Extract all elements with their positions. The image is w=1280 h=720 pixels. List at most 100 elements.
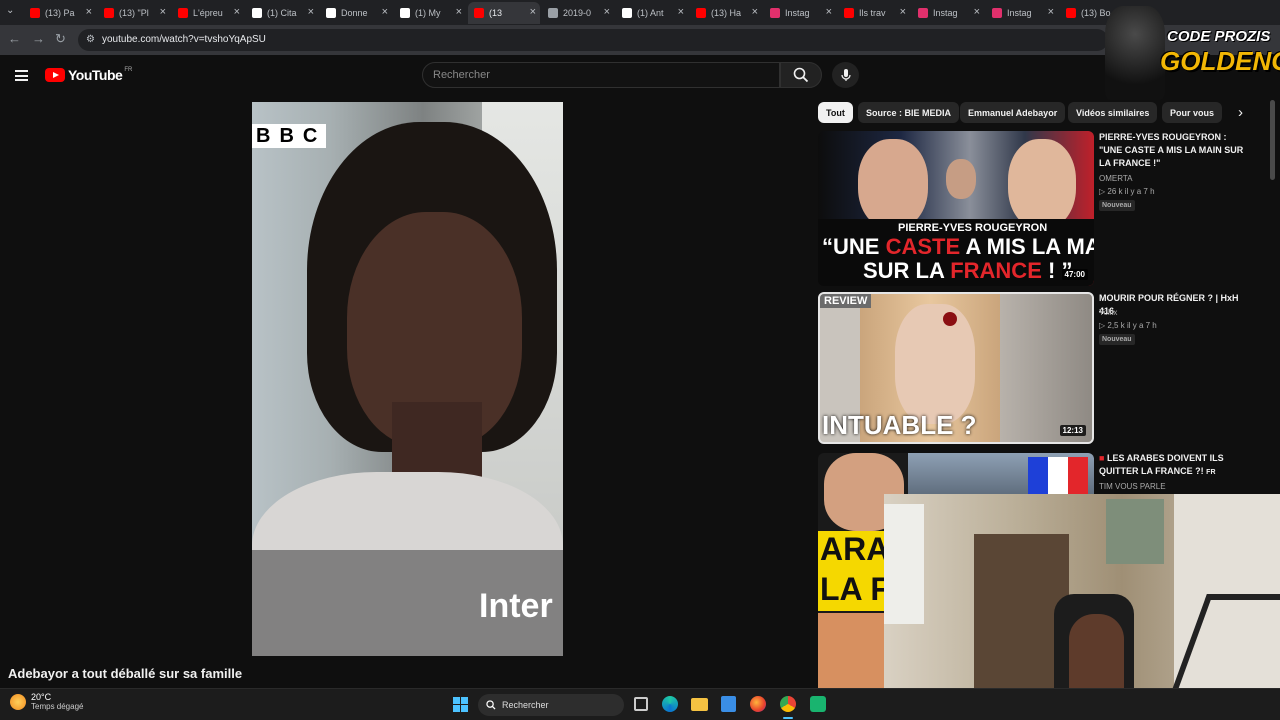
recommendation-channel[interactable]: Yollix <box>1099 308 1117 317</box>
tab-favicon-icon <box>252 8 262 18</box>
tab-close-icon[interactable]: × <box>678 6 684 18</box>
filter-chip[interactable]: Pour vous <box>1162 102 1223 123</box>
menu-icon[interactable] <box>15 70 28 81</box>
browser-tab[interactable]: 2019-0 × <box>542 2 614 24</box>
tab-close-icon[interactable]: × <box>604 6 610 18</box>
tab-close-icon[interactable]: × <box>900 6 906 18</box>
webcam-overlay <box>884 494 1280 720</box>
filter-chip[interactable]: Emmanuel Adebayor <box>960 102 1066 123</box>
recommendation-meta: ▷ 26 k il y a 7 h <box>1099 187 1155 196</box>
voice-search-button[interactable] <box>832 62 859 88</box>
start-button[interactable] <box>453 697 468 712</box>
firefox-icon[interactable] <box>750 696 766 712</box>
store-icon[interactable] <box>721 696 736 712</box>
search-icon <box>793 67 809 83</box>
browser-tab[interactable]: L'épreu × <box>172 2 244 24</box>
sponsor-overlay: CODE PROZIS GOLDENG <box>1105 0 1280 100</box>
task-view-icon[interactable] <box>634 697 648 711</box>
recommendation-title[interactable]: MOURIR POUR RÉGNER ? | HxH 416 <box>1099 292 1251 318</box>
filter-chip[interactable]: Source : BIE MEDIA <box>858 102 960 123</box>
youtube-logo[interactable]: YouTube FR <box>45 67 132 83</box>
thumb-flag-red <box>1068 457 1088 497</box>
tab-label: L'épreu <box>193 8 223 18</box>
tab-close-icon[interactable]: × <box>456 6 462 18</box>
video-duration: 47:00 <box>1061 269 1088 280</box>
recommendation-channel[interactable]: OMERTA <box>1099 174 1132 183</box>
tab-favicon-icon <box>104 8 114 18</box>
address-url: youtube.com/watch?v=tvshoYqApSU <box>102 34 266 45</box>
tab-label: Instag <box>785 8 810 18</box>
tab-close-icon[interactable]: × <box>974 6 980 18</box>
reload-icon[interactable]: ↻ <box>55 31 66 47</box>
bbc-logo-text: BBC <box>252 124 327 148</box>
search-icon <box>486 700 496 710</box>
tab-favicon-icon <box>474 8 484 18</box>
recommendation-title[interactable]: ■ LES ARABES DOIVENT ILS QUITTER LA FRAN… <box>1099 452 1251 479</box>
thumb-word: SUR LA <box>863 258 945 283</box>
recommendation-channel[interactable]: TIM VOUS PARLE <box>1099 482 1166 491</box>
thumb-drawing-face <box>895 304 975 424</box>
taskbar-search-placeholder: Rechercher <box>502 700 549 710</box>
video-player[interactable]: BBC Inter <box>252 102 563 656</box>
video-caption-text: Inter <box>479 587 553 625</box>
browser-tab[interactable]: (1) Cita × <box>246 2 318 24</box>
tab-close-icon[interactable]: × <box>160 6 166 18</box>
browser-tab[interactable]: Instag × <box>912 2 984 24</box>
browser-tab[interactable]: Donne × <box>320 2 392 24</box>
browser-tab[interactable]: (1) My × <box>394 2 466 24</box>
recommendation-title-flag: FR <box>1206 469 1216 476</box>
thumb-word: A MIS LA MAIN <box>965 234 1094 259</box>
tab-close-icon[interactable]: × <box>530 6 536 18</box>
browser-tab[interactable]: (13) Pa × <box>24 2 96 24</box>
video-duration: 12:13 <box>1059 425 1086 436</box>
address-bar[interactable]: ⚙ youtube.com/watch?v=tvshoYqApSU <box>78 29 1108 51</box>
chips-next-icon[interactable]: › <box>1238 104 1243 121</box>
file-explorer-icon[interactable] <box>691 698 708 711</box>
filter-chip[interactable]: Vidéos similaires <box>1068 102 1158 123</box>
tab-close-icon[interactable]: × <box>234 6 240 18</box>
tab-close-icon[interactable]: × <box>86 6 92 18</box>
tab-label: (1) Cita <box>267 8 297 18</box>
edge-icon[interactable] <box>662 696 678 712</box>
tab-close-icon[interactable]: × <box>382 6 388 18</box>
weather-temperature: 20°C <box>31 692 52 702</box>
webcam-window <box>884 504 924 624</box>
sponsor-line1: CODE PROZIS <box>1167 28 1271 45</box>
browser-tab-strip: ⌄ (13) Pa × (13) "Pl × L'épreu × (1) Cita × Donn… <box>0 0 1280 25</box>
taskbar-search-input[interactable]: Rechercher <box>478 694 624 716</box>
forward-icon[interactable]: → <box>32 31 45 46</box>
tab-list-chevron-icon[interactable]: ⌄ <box>6 5 14 16</box>
chrome-icon[interactable] <box>780 696 796 712</box>
recommendation-thumbnail[interactable]: REVIEW INTUABLE ? 12:13 <box>818 292 1094 444</box>
browser-tab[interactable]: Instag × <box>764 2 836 24</box>
tab-close-icon[interactable]: × <box>752 6 758 18</box>
browser-tab[interactable]: (13 × <box>468 2 540 24</box>
thumb-flag-blue <box>1028 457 1048 497</box>
tab-favicon-icon <box>548 8 558 18</box>
thumb-second-face <box>818 613 884 688</box>
browser-tab[interactable]: (13) Ha × <box>690 2 762 24</box>
site-info-icon[interactable]: ⚙ <box>86 34 95 45</box>
browser-tab[interactable]: (1) Ant × <box>616 2 688 24</box>
youtube-search-input[interactable]: Rechercher <box>422 62 780 88</box>
tab-close-icon[interactable]: × <box>826 6 832 18</box>
youtube-search-button[interactable] <box>780 62 822 88</box>
thumb-text-line1: ARA <box>820 531 890 567</box>
app-icon[interactable] <box>810 696 826 712</box>
tab-favicon-icon <box>1066 8 1076 18</box>
back-icon[interactable]: ← <box>8 31 21 46</box>
tab-close-icon[interactable]: × <box>308 6 314 18</box>
browser-tab[interactable]: (13) "Pl × <box>98 2 170 24</box>
thumb-person-left <box>858 139 928 229</box>
page-scrollbar[interactable] <box>1270 100 1275 180</box>
browser-tab[interactable]: Ils trav × <box>838 2 910 24</box>
windows-taskbar: 20°C Temps dégagé Rechercher <box>0 688 1280 720</box>
recommendation-title[interactable]: PIERRE-YVES ROUGEYRON : "UNE CASTE A MIS… <box>1099 131 1251 170</box>
browser-tab[interactable]: Instag × <box>986 2 1058 24</box>
tab-favicon-icon <box>30 8 40 18</box>
chrome-active-indicator <box>783 717 793 719</box>
recommendation-thumbnail[interactable]: PIERRE-YVES ROUGEYRON “UNE CASTE A MIS L… <box>818 131 1094 286</box>
filter-chip[interactable]: Tout <box>818 102 853 123</box>
tab-close-icon[interactable]: × <box>1048 6 1054 18</box>
weather-widget[interactable]: 20°C Temps dégagé <box>10 692 83 711</box>
